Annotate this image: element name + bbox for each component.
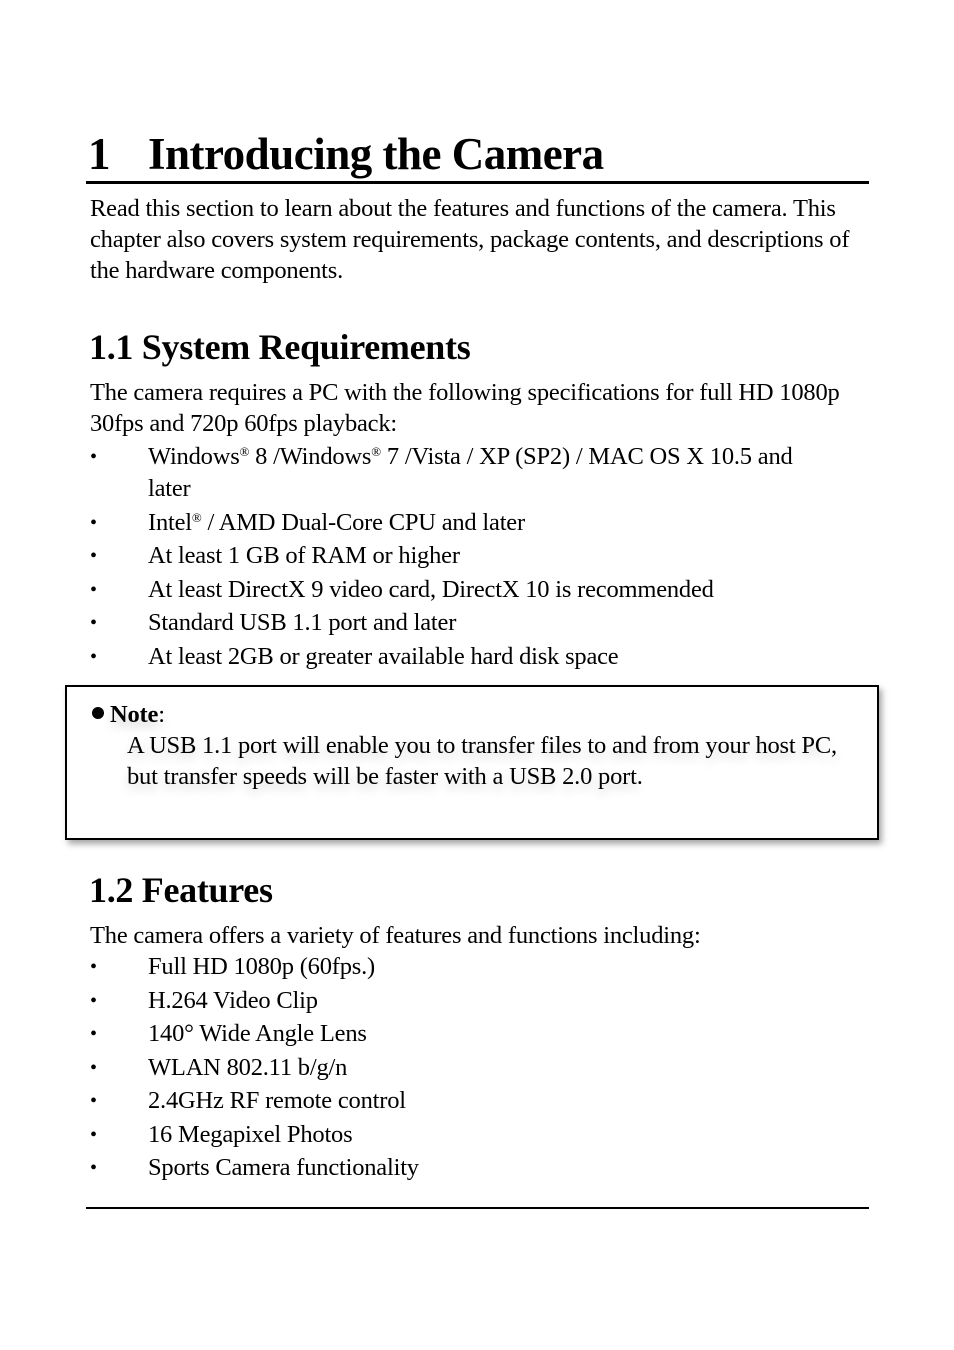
item-text: Standard USB 1.1 port and later [148, 609, 457, 636]
bullet-icon: • [90, 1090, 97, 1112]
list-item: • 140° Wide Angle Lens [90, 1018, 830, 1050]
item-text: Full HD 1080p (60fps.) [148, 953, 375, 980]
registered-mark: ® [191, 509, 202, 525]
list-item: • At least 1 GB of RAM or higher [90, 540, 820, 572]
bullet-dot-icon [92, 707, 104, 719]
system-requirements-list: • Windows® 8 /Windows® 7 /Vista / XP (SP2… [90, 441, 820, 674]
registered-mark: ® [371, 444, 381, 459]
section-heading-system-requirements: 1.1 System Requirements [89, 327, 471, 367]
list-item: • Intel® / AMD Dual-Core CPU and later [90, 507, 820, 539]
bullet-icon: • [90, 989, 97, 1012]
list-item: • 16 Megapixel Photos [90, 1119, 830, 1151]
note-colon: : [158, 701, 165, 728]
bullet-icon: • [90, 511, 97, 534]
item-text: Intel [148, 508, 192, 536]
item-text: At least 1 GB of RAM or higher [148, 542, 460, 569]
chapter-number: 1 [88, 129, 111, 179]
bullet-icon: • [90, 545, 97, 567]
list-item: • Windows® 8 /Windows® 7 /Vista / XP (SP2… [90, 441, 820, 505]
heading-rule [86, 181, 869, 184]
note-content: Note: A USB 1.1 port will enable you to … [92, 699, 862, 792]
item-text: / AMD Dual-Core CPU and later [201, 508, 526, 536]
chapter-title: Introducing the Camera [148, 129, 604, 179]
list-item: • At least DirectX 9 video card, DirectX … [90, 574, 820, 606]
item-text: 140° Wide Angle Lens [148, 1020, 367, 1047]
bullet-icon: • [90, 1056, 97, 1079]
list-item: • WLAN 802.11 b/g/n [90, 1052, 830, 1084]
registered-mark: ® [239, 444, 250, 459]
chapter-heading: 1 Introducing the Camera [88, 126, 869, 182]
note-box: Note: A USB 1.1 port will enable you to … [65, 685, 879, 840]
note-body: A USB 1.1 port will enable you to transf… [127, 732, 837, 790]
bullet-icon: • [90, 1023, 97, 1045]
features-intro: The camera offers a variety of features … [90, 922, 701, 949]
note-title: Note [110, 701, 159, 728]
item-text: Windows [148, 443, 240, 470]
list-item: • Full HD 1080p (60fps.) [90, 951, 830, 983]
list-item: • At least 2GB or greater available hard … [90, 641, 820, 673]
item-text: 2.4GHz RF remote control [148, 1087, 406, 1114]
item-text: 16 Megapixel Photos [148, 1120, 353, 1148]
section-heading-features: 1.2 Features [89, 870, 273, 910]
list-item: • Standard USB 1.1 port and later [90, 607, 820, 639]
bullet-icon: • [90, 1123, 97, 1146]
note-header: Note: [92, 699, 862, 730]
footer-rule [86, 1207, 869, 1209]
list-item: • 2.4GHz RF remote control [90, 1085, 830, 1117]
bullet-icon: • [90, 578, 97, 601]
bullet-icon: • [90, 956, 97, 978]
bullet-icon: • [90, 612, 97, 634]
chapter-intro: Read this section to learn about the fea… [90, 195, 850, 284]
system-requirements-intro: The camera requires a PC with the follow… [90, 379, 840, 437]
item-text: At least DirectX 9 video card, DirectX 1… [148, 575, 714, 603]
list-item: • Sports Camera functionality [90, 1152, 830, 1184]
item-text: 8 /Windows [249, 443, 372, 470]
item-text: H.264 Video Clip [148, 986, 318, 1014]
manual-page: 1 Introducing the Camera Read this sectio… [0, 0, 954, 1350]
bullet-icon: • [90, 446, 97, 468]
features-list: • Full HD 1080p (60fps.) • H.264 Video Cli… [90, 951, 830, 1186]
item-text: WLAN 802.11 b/g/n [148, 1053, 348, 1081]
list-item: • H.264 Video Clip [90, 985, 830, 1017]
item-text: Sports Camera functionality [148, 1154, 419, 1181]
bullet-icon: • [90, 645, 97, 668]
item-text: At least 2GB or greater available hard d… [148, 642, 619, 670]
bullet-icon: • [90, 1157, 97, 1179]
